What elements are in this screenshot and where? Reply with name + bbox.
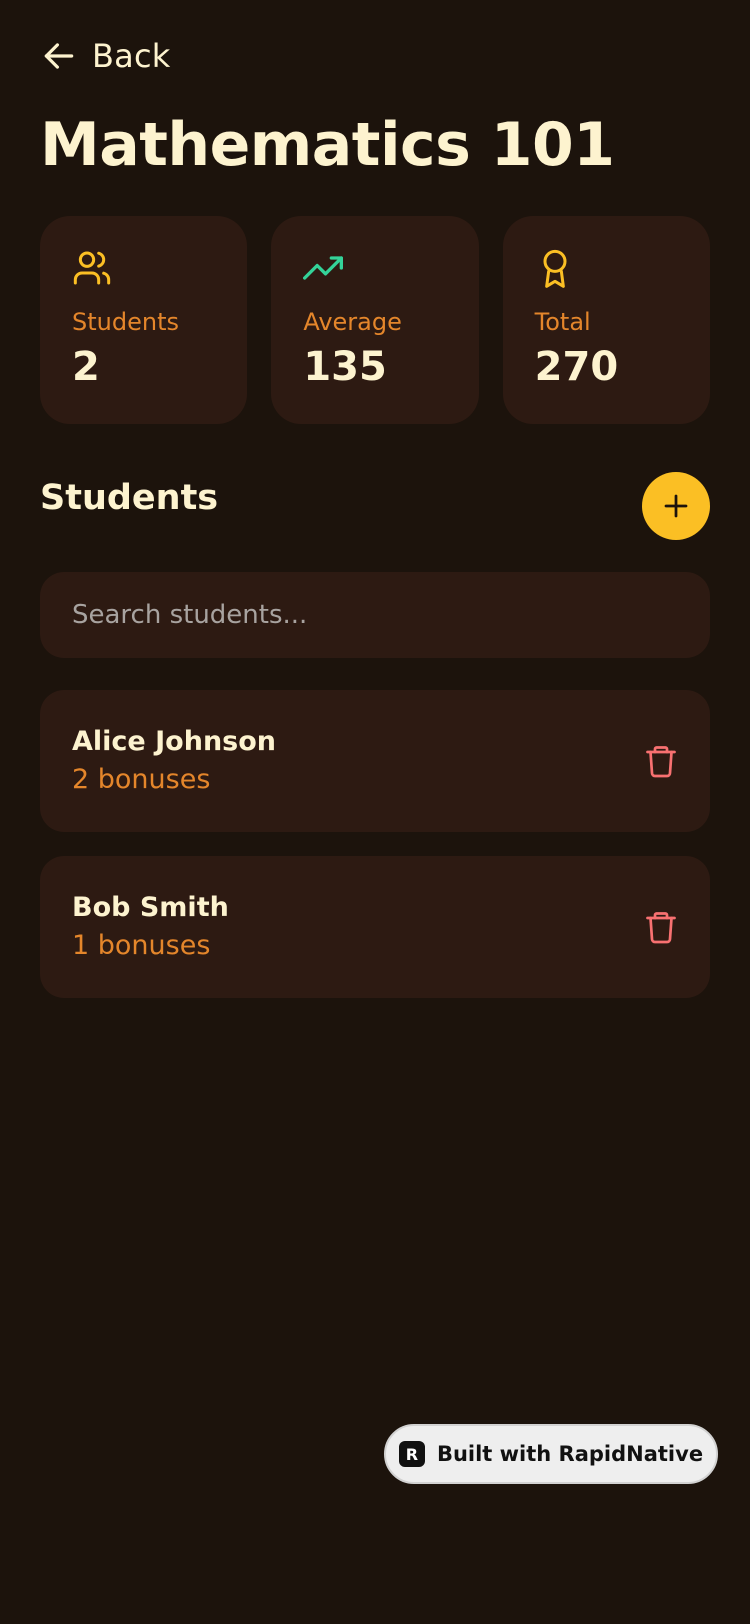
rapidnative-logo-icon: R: [398, 1441, 425, 1467]
award-icon: [535, 248, 575, 288]
users-icon: [72, 248, 112, 288]
trash-icon: [643, 909, 679, 945]
stats-row: Students 2 Average 135 Total 270: [40, 216, 710, 424]
student-card[interactable]: Bob Smith 1 bonuses: [40, 856, 710, 998]
stat-value: 135: [303, 344, 387, 390]
stat-label: Total: [534, 308, 591, 336]
add-student-button[interactable]: [642, 472, 710, 540]
stat-card-total: Total 270: [502, 216, 710, 424]
arrow-left-icon: [40, 37, 78, 75]
stat-label: Average: [303, 308, 402, 336]
back-label: Back: [92, 37, 171, 75]
student-bonus-count: 2 bonuses: [72, 764, 211, 795]
student-name: Bob Smith: [72, 892, 229, 923]
back-button[interactable]: Back: [40, 34, 171, 78]
delete-student-button[interactable]: [640, 906, 682, 948]
student-card[interactable]: Alice Johnson 2 bonuses: [40, 690, 710, 832]
stat-value: 270: [534, 344, 619, 390]
students-section-title: Students: [40, 478, 219, 518]
student-bonus-count: 1 bonuses: [72, 930, 211, 961]
stat-value: 2: [72, 344, 100, 390]
built-with-badge[interactable]: R Built with RapidNative: [384, 1424, 718, 1484]
stat-card-average: Average 135: [271, 216, 479, 424]
stat-label: Students: [72, 308, 179, 336]
stat-card-students: Students 2: [40, 216, 248, 424]
search-input[interactable]: [40, 572, 710, 658]
student-name: Alice Johnson: [72, 726, 277, 757]
badge-label: Built with RapidNative: [436, 1442, 704, 1466]
trending-up-icon: [303, 248, 344, 288]
trash-icon: [643, 743, 679, 779]
delete-student-button[interactable]: [640, 740, 682, 782]
page-title: Mathematics 101: [40, 110, 615, 180]
plus-icon: [661, 491, 691, 521]
